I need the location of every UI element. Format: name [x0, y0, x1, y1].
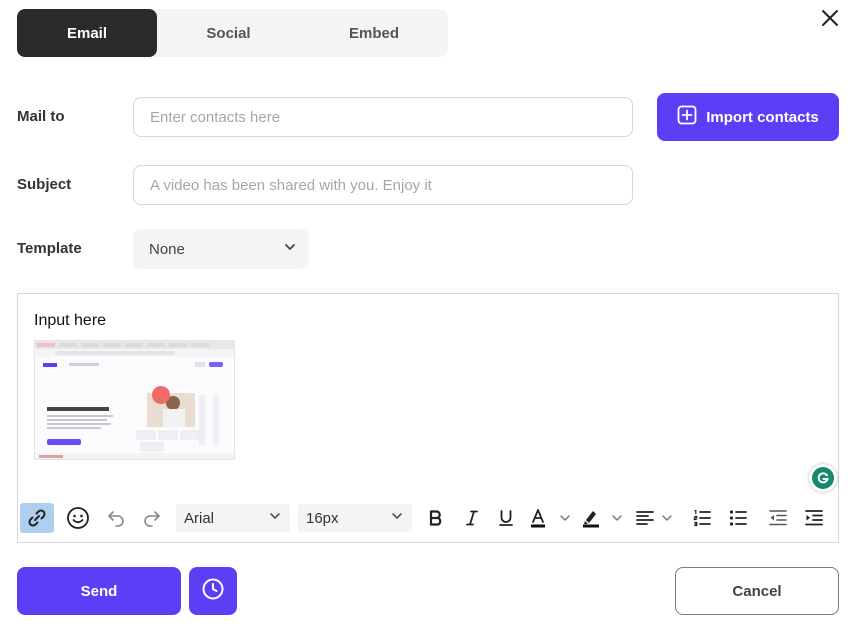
chevron-down-icon	[268, 509, 282, 527]
undo-icon[interactable]	[102, 502, 130, 534]
tab-email[interactable]: Email	[17, 9, 157, 57]
editor-body-text[interactable]: Input here	[34, 312, 106, 330]
font-family-select[interactable]: Arial	[176, 504, 290, 532]
redo-icon[interactable]	[138, 502, 166, 534]
schedule-button[interactable]	[189, 567, 237, 615]
bullet-list-icon[interactable]	[724, 502, 752, 534]
grammarly-icon	[812, 467, 834, 489]
link-icon[interactable]	[20, 503, 54, 533]
font-family-value: Arial	[184, 509, 215, 527]
underline-icon[interactable]	[494, 502, 518, 534]
template-selected-value: None	[149, 240, 185, 258]
clock-icon	[201, 577, 225, 606]
mail-to-label: Mail to	[17, 108, 65, 125]
ordered-list-icon[interactable]	[688, 502, 716, 534]
align-icon[interactable]	[634, 502, 676, 534]
indent-icon[interactable]	[800, 502, 828, 534]
import-contacts-label: Import contacts	[706, 108, 819, 126]
outdent-icon[interactable]	[764, 502, 792, 534]
tab-social[interactable]: Social	[157, 9, 300, 57]
mail-to-input[interactable]	[133, 97, 633, 137]
subject-input[interactable]	[133, 165, 633, 205]
font-size-value: 16px	[306, 509, 339, 527]
italic-icon[interactable]	[460, 502, 484, 534]
video-screenshot-thumbnail	[34, 340, 235, 460]
grammarly-button[interactable]	[809, 464, 837, 492]
email-body-editor[interactable]: Input here Arial 16px	[17, 293, 839, 543]
close-icon[interactable]	[818, 6, 842, 30]
plus-square-icon	[677, 105, 697, 129]
highlight-icon[interactable]	[580, 502, 626, 534]
send-button[interactable]: Send	[17, 567, 181, 615]
formatting-toolbar: Arial 16px	[18, 502, 838, 534]
template-label: Template	[17, 240, 82, 257]
bold-icon[interactable]	[424, 502, 448, 534]
chevron-down-icon	[283, 240, 297, 258]
text-color-icon[interactable]	[528, 502, 574, 534]
import-contacts-button[interactable]: Import contacts	[657, 93, 839, 141]
tab-embed[interactable]: Embed	[300, 9, 448, 57]
font-size-select[interactable]: 16px	[298, 504, 412, 532]
template-select[interactable]: None	[133, 229, 309, 269]
chevron-down-icon	[390, 509, 404, 527]
emoji-icon[interactable]	[62, 502, 94, 534]
cancel-button[interactable]: Cancel	[675, 567, 839, 615]
share-tabs: Email Social Embed	[17, 9, 448, 57]
subject-label: Subject	[17, 176, 72, 193]
